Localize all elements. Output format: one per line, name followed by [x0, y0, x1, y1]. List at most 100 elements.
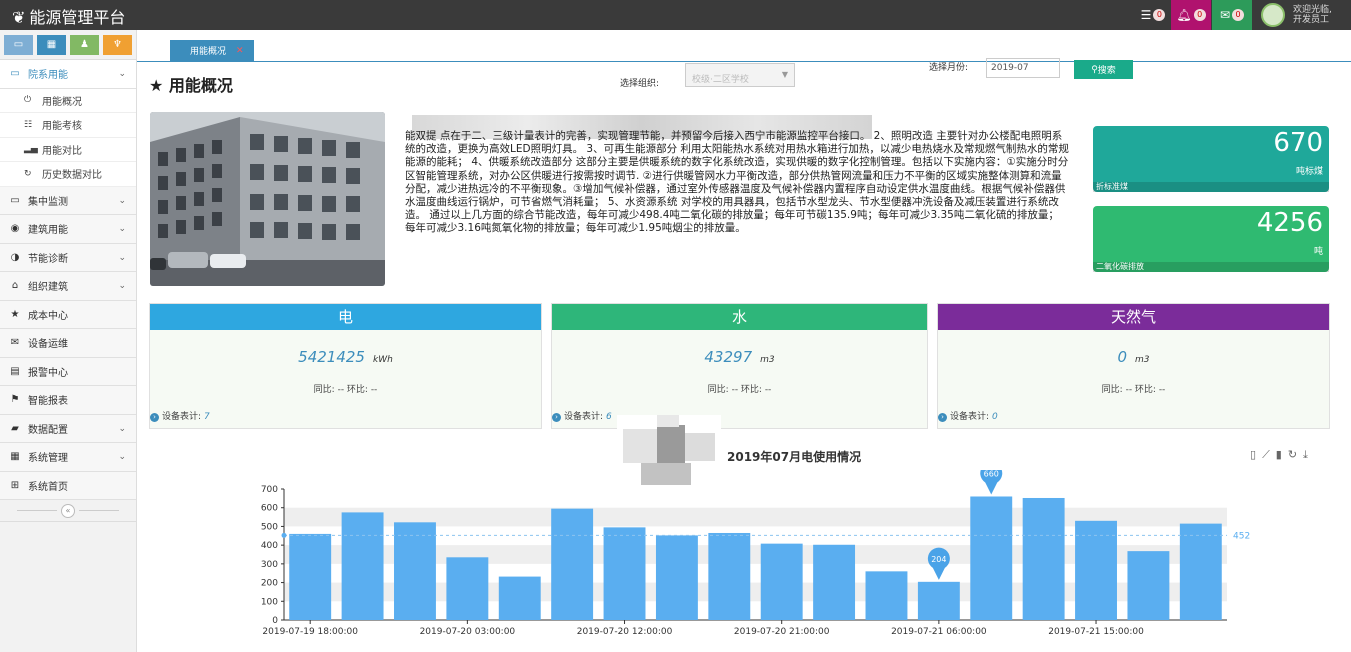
- panel-value[interactable]: 43297: [704, 348, 752, 366]
- y-tick-label: 700: [261, 485, 278, 495]
- chart-bar: [1022, 497, 1065, 620]
- sidebar-item-building-energy[interactable]: ◉ 建筑用能 ⌄: [0, 215, 136, 244]
- sidebar-subitem-label: 用能概况: [42, 96, 82, 108]
- chart-bar: [341, 512, 384, 620]
- leaf-icon: ❦: [12, 8, 26, 27]
- refresh-icon: ↻: [24, 168, 32, 179]
- average-label: 452: [1233, 531, 1250, 541]
- x-tick-label: 2019-07-21 06:00:00: [891, 627, 987, 637]
- envelope-icon: ✉: [1219, 8, 1231, 22]
- tab-bar: 用能概况 ✕: [137, 30, 1351, 62]
- metric-unit: 吨标煤: [1295, 167, 1323, 177]
- month-input[interactable]: 2019-07: [986, 58, 1060, 78]
- sidebar-item-reports[interactable]: ⚑ 智能报表: [0, 386, 136, 415]
- meter-count[interactable]: 6: [606, 412, 612, 422]
- shortcut-cart-button[interactable]: ♆: [103, 34, 132, 55]
- sidebar-item-maintenance[interactable]: ✉ 设备运维: [0, 329, 136, 358]
- shortcut-monitor-button[interactable]: ▭: [4, 34, 33, 55]
- panel-value[interactable]: 5421425: [298, 348, 365, 366]
- co2-emission-card: 4256 吨 二氧化碳排放: [1093, 206, 1329, 272]
- chart-bar: [1127, 551, 1170, 620]
- sidebar-item-department-energy[interactable]: ▭ 院系用能 ⌄: [0, 60, 136, 89]
- sidebar-subitem-overview[interactable]: ⏻ 用能概况: [0, 88, 136, 113]
- restore-icon[interactable]: ↻: [1288, 448, 1303, 461]
- sidebar-item-label: 报警中心: [28, 367, 68, 379]
- sidebar-item-label: 节能诊断: [28, 253, 68, 265]
- download-icon[interactable]: ⤓: [1303, 448, 1314, 461]
- sidebar-item-system-admin[interactable]: ▦ 系统管理 ⌄: [0, 443, 136, 472]
- water-panel: 水 43297 m3 同比: -- 环比: -- › 设备表计: 6: [551, 303, 928, 429]
- line-chart-icon[interactable]: ⟋: [1262, 448, 1276, 461]
- sidebar-item-organization[interactable]: ⌂ 组织建筑 ⌄: [0, 272, 136, 301]
- sidebar-subitem-compare[interactable]: ▂▄ 用能对比: [0, 137, 136, 162]
- x-tick-label: 2019-07-20 21:00:00: [734, 627, 830, 637]
- shortcut-user-button[interactable]: ♟: [70, 34, 99, 55]
- marker-label: 204: [931, 555, 946, 564]
- panel-value[interactable]: 0: [1117, 348, 1127, 366]
- bar-chart-icon[interactable]: ▮: [1276, 448, 1288, 461]
- sidebar-subitem-assessment[interactable]: ☷ 用能考核: [0, 113, 136, 138]
- flag-icon: ⚑: [10, 394, 20, 406]
- sidebar-item-diagnosis[interactable]: ◑ 节能诊断 ⌄: [0, 243, 136, 272]
- tab-overview[interactable]: 用能概况 ✕: [170, 40, 254, 61]
- chevron-down-icon: ⌄: [118, 423, 126, 434]
- user-menu[interactable]: 欢迎光临, 开发员工: [1253, 0, 1351, 30]
- collapse-toggle-icon[interactable]: «: [61, 503, 75, 518]
- message-badge: 0: [1232, 9, 1245, 21]
- chevron-down-icon: ⌄: [118, 195, 126, 206]
- chart-bar: [865, 571, 908, 620]
- panel-unit: m3: [760, 355, 775, 365]
- panel-title: 电: [150, 304, 541, 330]
- y-tick-label: 0: [272, 616, 278, 626]
- close-icon[interactable]: ✕: [236, 46, 244, 56]
- meter-count[interactable]: 0: [992, 412, 998, 422]
- marker-label: 660: [984, 470, 999, 478]
- sidebar-item-label: 数据配置: [28, 424, 68, 436]
- metric-unit: 吨: [1313, 247, 1323, 257]
- caret-down-icon: ▼: [781, 70, 788, 79]
- task-list-button[interactable]: ☰ 0: [1133, 0, 1173, 30]
- panel-value-row: 43297 m3: [552, 348, 927, 366]
- chart-bar: [655, 535, 698, 620]
- page-title: ★ 用能概况: [149, 76, 233, 95]
- panel-title: 水: [552, 304, 927, 330]
- sidebar-subitem-history[interactable]: ↻ 历史数据对比: [0, 162, 136, 187]
- app-logo[interactable]: ❦ 能源管理平台: [12, 4, 125, 28]
- chart-title: 2019年07月电使用情况: [727, 450, 862, 464]
- bell-icon: 🔔︎: [1176, 8, 1192, 22]
- sidebar-item-cost-center[interactable]: ★ 成本中心: [0, 300, 136, 329]
- monitor-icon: ▭: [10, 68, 20, 80]
- sidebar-item-label: 智能报表: [28, 396, 68, 408]
- sidebar-item-monitoring[interactable]: ▭ 集中监测 ⌄: [0, 186, 136, 215]
- sidebar-item-alarm[interactable]: ▤ 报警中心: [0, 357, 136, 386]
- sidebar-item-home[interactable]: ⊞ 系统首页: [0, 471, 136, 500]
- chart-bar: [970, 496, 1013, 620]
- org-select[interactable]: 校级·二区学校 ▼: [685, 63, 795, 87]
- month-label: 选择月份:: [929, 63, 969, 73]
- half-circle-icon: ◑: [10, 251, 20, 263]
- sidebar-item-label: 建筑用能: [28, 225, 68, 237]
- document-icon[interactable]: ▯: [1250, 448, 1262, 461]
- metric-label: 二氧化碳排放: [1093, 262, 1329, 272]
- notifications-button[interactable]: 🔔︎ 0: [1171, 0, 1211, 30]
- book-icon: ▰: [11, 422, 19, 434]
- search-button[interactable]: ⚲ 搜索: [1074, 60, 1133, 79]
- arrow-right-icon: ›: [150, 413, 159, 422]
- chart-bar: [917, 581, 960, 620]
- x-tick-label: 2019-07-20 12:00:00: [577, 627, 673, 637]
- panel-value-row: 0 m3: [938, 348, 1329, 366]
- meter-count[interactable]: 7: [204, 412, 210, 422]
- chevron-down-icon: ⌄: [118, 252, 126, 263]
- org-label: 选择组织:: [620, 79, 660, 89]
- panel-meter: › 设备表计: 7: [150, 409, 210, 422]
- messages-button[interactable]: ✉ 0: [1212, 0, 1252, 30]
- power-icon: ⏻: [24, 95, 32, 106]
- y-tick-label: 100: [261, 597, 278, 607]
- task-badge: 0: [1153, 9, 1166, 21]
- metric-value: 4256: [1256, 208, 1323, 238]
- panel-unit: m3: [1135, 355, 1150, 365]
- gas-panel: 天然气 0 m3 同比: -- 环比: -- › 设备表计: 0: [937, 303, 1330, 429]
- shortcut-grid-button[interactable]: ▦: [37, 34, 66, 55]
- envelope-icon: ✉: [10, 337, 20, 349]
- sidebar-item-data-config[interactable]: ▰ 数据配置 ⌄: [0, 414, 136, 443]
